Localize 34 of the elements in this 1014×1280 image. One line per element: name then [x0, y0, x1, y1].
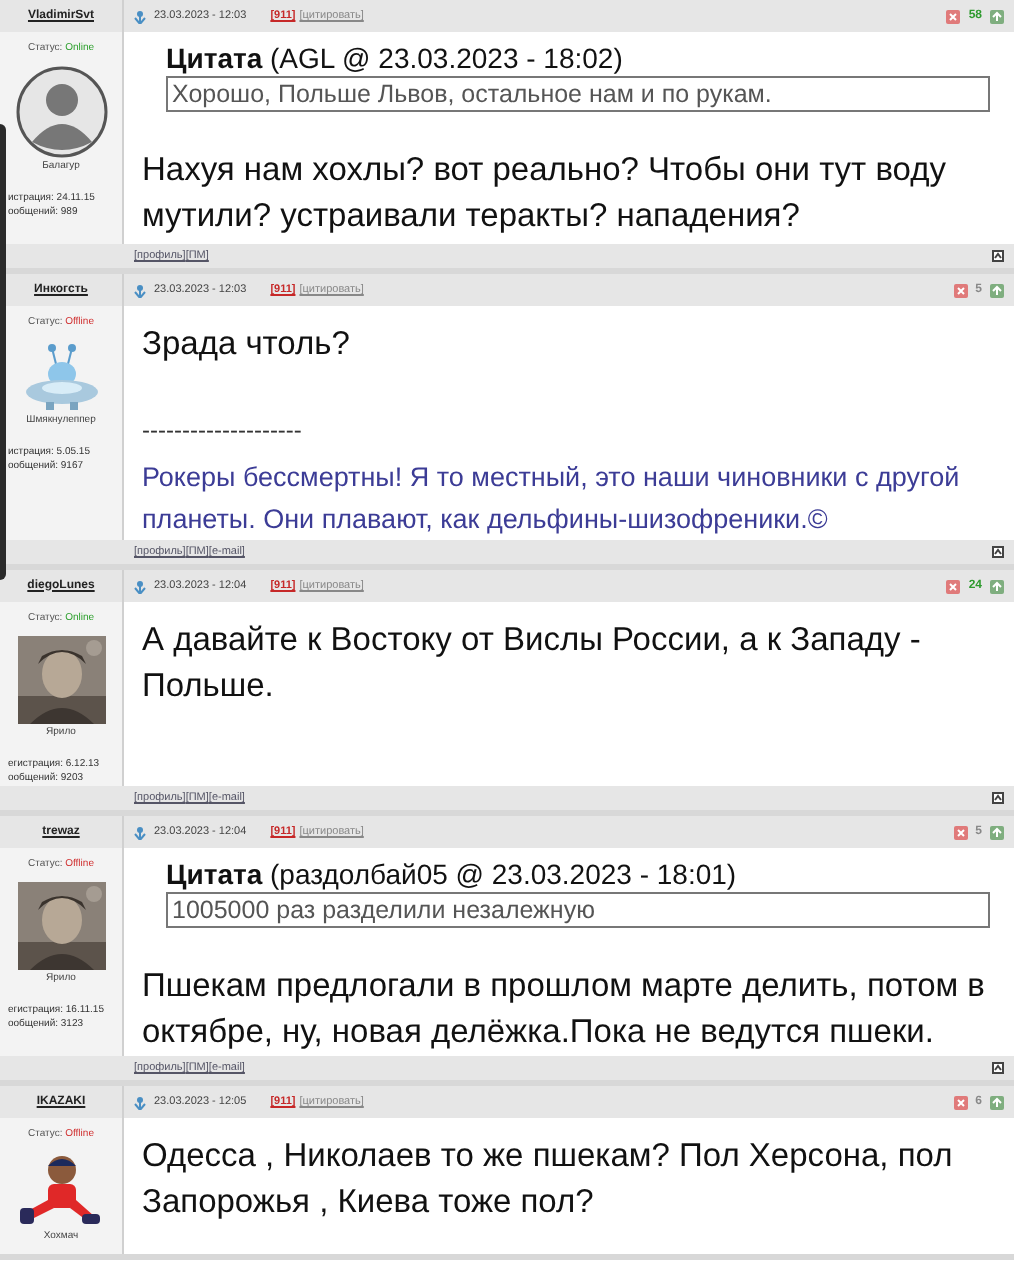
- quote-text: Хорошо, Польше Львов, остальное нам и по рукам.: [166, 76, 990, 112]
- post-text: Одесса , Николаев то же пшекам? Пол Херсона, пол Запорожья , Киева тоже пол?: [142, 1136, 955, 1224]
- post-icon: [134, 9, 146, 23]
- scroll-handle[interactable]: [0, 124, 6, 580]
- cartoon-figure-drawing: [17, 1151, 105, 1227]
- vote-up-icon[interactable]: [990, 283, 1004, 297]
- post-icon: [134, 825, 146, 839]
- post-text: А давайте к Востоку от Вислы России, а к Западу - Польше.: [142, 620, 923, 708]
- vote-down-icon[interactable]: [953, 283, 968, 297]
- scroll-top-icon[interactable]: [992, 1062, 1004, 1074]
- post-text: Зрада чтоль?: [142, 324, 352, 366]
- vote-up-icon[interactable]: [990, 825, 1004, 839]
- vote-down-icon[interactable]: [946, 9, 961, 23]
- vote-up-icon[interactable]: [990, 579, 1004, 593]
- quote-title: Цитата (AGL @ 23.03.2023 - 18:02): [166, 40, 625, 76]
- post-text: Пшекам предлогали в прошлом марте делить, потом в октябре, ну, новая делёжка.Пока не ведутся пшеки.: [142, 966, 987, 1054]
- post-icon: [134, 1095, 146, 1109]
- scroll-top-icon[interactable]: [992, 792, 1004, 804]
- vote-down-icon[interactable]: [946, 579, 961, 593]
- quote-title: Цитата (раздолбай05 @ 23.03.2023 - 18:01): [166, 856, 739, 892]
- signature-rule: --------------------: [142, 416, 304, 444]
- quote-text: 1005000 раз разделили незалежную: [166, 892, 990, 928]
- vote-up-icon[interactable]: [990, 1095, 1004, 1109]
- vote-up-icon[interactable]: [990, 9, 1004, 23]
- scroll-top-icon[interactable]: [992, 250, 1004, 262]
- vote-down-icon[interactable]: [953, 825, 968, 839]
- signature-text: Рокеры бессмертны! Я то местный, это наши чиновники с другой планеты. Они плавают, как дельфины-шизофреники.©: [142, 460, 962, 538]
- post-icon: [134, 579, 146, 593]
- vote-down-icon[interactable]: [953, 1095, 968, 1109]
- ufo-drawing: [21, 339, 101, 411]
- post-text: Нахуя нам хохлы? вот реально? Чтобы они тут воду мутили? устраивали теракты? нападения?: [142, 150, 948, 238]
- post-icon: [134, 283, 146, 297]
- avatar-silhouette: [15, 65, 107, 157]
- scroll-top-icon[interactable]: [992, 546, 1004, 558]
